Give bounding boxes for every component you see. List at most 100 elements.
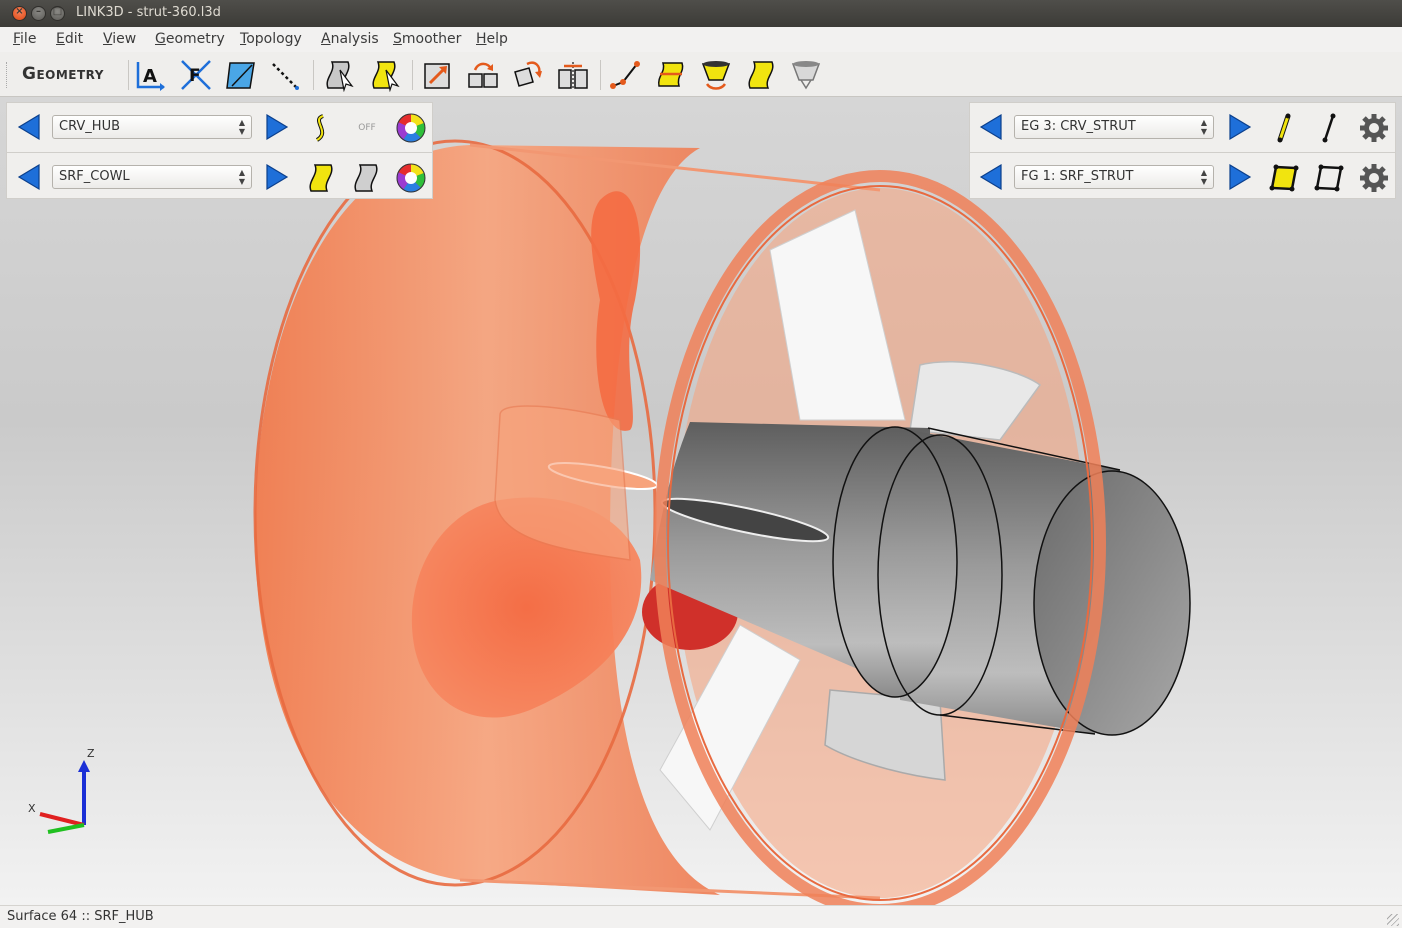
menu-help[interactable]: Help bbox=[476, 31, 508, 47]
edge-settings-button[interactable] bbox=[1358, 112, 1390, 144]
arrow-right-icon bbox=[266, 113, 289, 141]
curve-row: CRV_HUB ▲ ▼ OFF bbox=[7, 103, 432, 151]
left-selection-panel: CRV_HUB ▲ ▼ OFF SRF_COWL ▲ ▼ bbox=[6, 102, 433, 199]
resize-grip[interactable] bbox=[1387, 914, 1399, 926]
surface-sweep-button[interactable] bbox=[789, 58, 823, 92]
arrow-left-icon bbox=[17, 163, 40, 191]
menu-view[interactable]: View bbox=[103, 31, 136, 47]
curve-points-button[interactable] bbox=[609, 58, 643, 92]
surface-select-value: SRF_COWL bbox=[59, 169, 130, 184]
next-edge-group-button[interactable] bbox=[1224, 112, 1254, 142]
toolbar-separator bbox=[412, 60, 413, 90]
curve-style-button[interactable] bbox=[305, 112, 337, 144]
arrow-left-icon bbox=[979, 163, 1002, 191]
arrow-left-icon bbox=[17, 113, 40, 141]
surface-patch-icon bbox=[748, 61, 774, 89]
right-selection-panel: EG 3: CRV_STRUT ▲ ▼ FG 1: SRF_STRUT ▲ ▼ bbox=[969, 102, 1396, 199]
mirror-button[interactable] bbox=[556, 58, 590, 92]
face-icon bbox=[1314, 164, 1344, 192]
menu-file[interactable]: File bbox=[13, 31, 36, 47]
arrow-right-icon bbox=[1229, 113, 1252, 141]
svg-text:A: A bbox=[143, 66, 157, 87]
toolbar-separator bbox=[313, 60, 314, 90]
prev-face-group-button[interactable] bbox=[977, 162, 1007, 192]
offset-off-label: OFF bbox=[358, 123, 376, 133]
minimize-icon: – bbox=[36, 6, 41, 17]
menu-help-mnemonic: H bbox=[476, 31, 487, 47]
select-curve-button[interactable] bbox=[322, 58, 356, 93]
label-a-icon: A bbox=[136, 62, 165, 91]
surface-row: SRF_COWL ▲ ▼ bbox=[7, 152, 432, 200]
spin-arrows-icon: ▲ ▼ bbox=[238, 168, 246, 186]
translate-button[interactable] bbox=[466, 58, 500, 92]
surface-loft-button[interactable] bbox=[654, 58, 688, 92]
maximize-window-button[interactable]: □ bbox=[50, 6, 65, 21]
rotate-button[interactable] bbox=[511, 58, 545, 92]
face-settings-button[interactable] bbox=[1358, 162, 1390, 194]
toolbar-grip[interactable] bbox=[6, 62, 9, 88]
label-a-button[interactable]: A bbox=[134, 58, 168, 92]
curve-color-button[interactable] bbox=[395, 112, 427, 144]
menu-analysis[interactable]: Analysis bbox=[321, 31, 379, 47]
menu-geometry[interactable]: Geometry bbox=[155, 31, 225, 47]
x-axis-line bbox=[39, 812, 85, 827]
curve-points-icon bbox=[610, 61, 640, 89]
mirror-icon bbox=[558, 62, 588, 90]
face-highlight-button[interactable] bbox=[1268, 162, 1300, 194]
prev-surface-button[interactable] bbox=[15, 162, 45, 192]
menu-edit[interactable]: Edit bbox=[56, 31, 83, 47]
surface-color-button[interactable] bbox=[395, 162, 427, 194]
next-curve-button[interactable] bbox=[261, 112, 291, 142]
gear-icon bbox=[1360, 164, 1388, 192]
select-surface-button[interactable] bbox=[368, 58, 402, 93]
menu-geometry-label: eometry bbox=[165, 31, 225, 47]
face-group-select-value: FG 1: SRF_STRUT bbox=[1021, 169, 1134, 184]
menu-analysis-label: nalysis bbox=[330, 31, 379, 47]
gear-icon bbox=[1360, 114, 1388, 142]
next-face-group-button[interactable] bbox=[1224, 162, 1254, 192]
dashed-line-button[interactable] bbox=[269, 58, 303, 92]
surface-patch-button[interactable] bbox=[744, 58, 778, 92]
status-bar: Surface 64 :: SRF_HUB bbox=[0, 905, 1402, 928]
face-group-select[interactable]: FG 1: SRF_STRUT ▲ ▼ bbox=[1014, 165, 1214, 189]
menu-help-label: elp bbox=[486, 31, 508, 47]
spin-arrows-icon: ▲ ▼ bbox=[1200, 168, 1208, 186]
shaded-surface-icon bbox=[309, 164, 333, 192]
rotate-icon bbox=[514, 61, 542, 87]
surface-shaded-button[interactable] bbox=[305, 162, 337, 194]
label-f-button[interactable]: F bbox=[179, 58, 213, 92]
spin-arrows-icon: ▲ ▼ bbox=[238, 118, 246, 136]
arrow-right-icon bbox=[1229, 163, 1252, 191]
3d-viewport[interactable]: Z X CRV_HUB ▲ ▼ OFF SRF_COWL ▲ ▼ EG 3: C… bbox=[0, 97, 1402, 905]
prev-edge-group-button[interactable] bbox=[977, 112, 1007, 142]
menu-file-mnemonic: F bbox=[13, 31, 21, 47]
toolbar-separator bbox=[128, 60, 129, 90]
close-window-button[interactable]: × bbox=[12, 6, 27, 21]
scale-button[interactable] bbox=[421, 58, 455, 92]
surface-revolve-button[interactable] bbox=[699, 58, 733, 92]
prev-curve-button[interactable] bbox=[15, 112, 45, 142]
edge-highlight-button[interactable] bbox=[1268, 112, 1300, 144]
translate-icon bbox=[468, 62, 498, 88]
surface-wire-button[interactable] bbox=[350, 162, 382, 194]
color-wheel-icon bbox=[396, 113, 426, 143]
edge-group-select-value: EG 3: CRV_STRUT bbox=[1021, 119, 1136, 134]
x-axis-label: X bbox=[28, 802, 36, 815]
edge-group-select[interactable]: EG 3: CRV_STRUT ▲ ▼ bbox=[1014, 115, 1214, 139]
next-surface-button[interactable] bbox=[261, 162, 291, 192]
surface-select[interactable]: SRF_COWL ▲ ▼ bbox=[52, 165, 252, 189]
surface-normal-button[interactable] bbox=[224, 58, 258, 92]
model-scene: Z X bbox=[28, 139, 1191, 905]
z-axis-label: Z bbox=[87, 747, 95, 760]
offset-toggle-button[interactable]: OFF bbox=[351, 112, 383, 144]
face-plain-button[interactable] bbox=[1313, 162, 1345, 194]
arrow-left-icon bbox=[979, 113, 1002, 141]
label-f-icon: F bbox=[181, 60, 211, 90]
edge-plain-button[interactable] bbox=[1313, 112, 1345, 144]
geometry-toolbar: Geometry A F bbox=[0, 52, 1402, 97]
minimize-window-button[interactable]: – bbox=[31, 6, 46, 21]
status-text: Surface 64 :: SRF_HUB bbox=[7, 909, 154, 924]
menu-topology[interactable]: Topology bbox=[240, 31, 302, 47]
curve-select[interactable]: CRV_HUB ▲ ▼ bbox=[52, 115, 252, 139]
menu-smoother[interactable]: Smoother bbox=[393, 31, 461, 47]
